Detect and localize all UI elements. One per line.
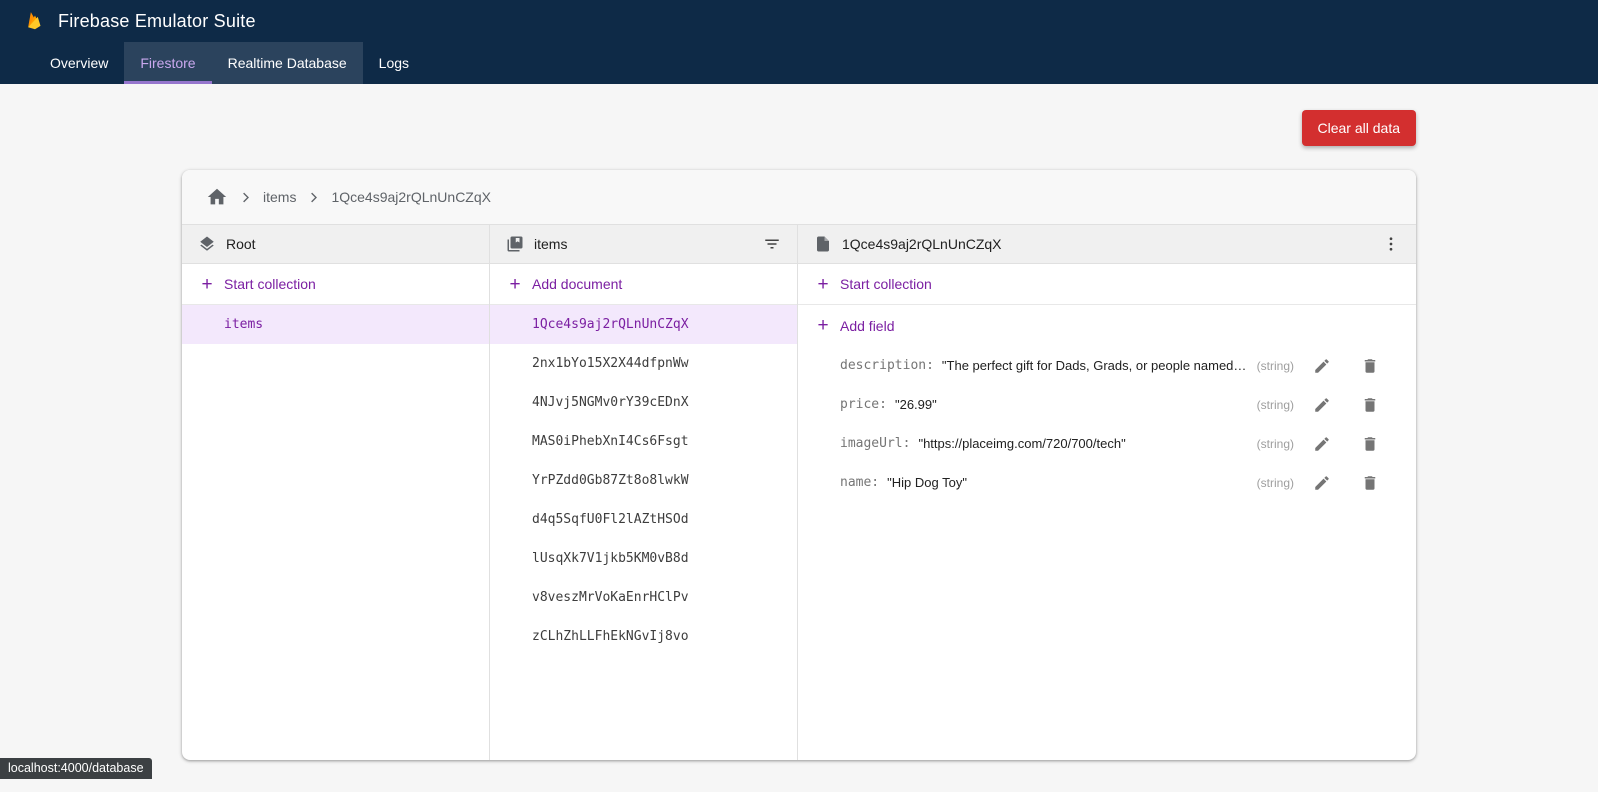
collection-row[interactable]: items — [182, 305, 489, 344]
root-panel-title: Root — [226, 236, 256, 252]
document-row[interactable]: 1Qce4s9aj2rQLnUnCZqX — [490, 305, 797, 344]
field-key: description: — [840, 358, 934, 373]
document-icon — [814, 235, 832, 253]
field-key: imageUrl: — [840, 436, 910, 451]
add-document-button[interactable]: + Add document — [490, 264, 797, 305]
document-panel-title: 1Qce4s9aj2rQLnUnCZqX — [842, 236, 1002, 252]
root-column-header: Root — [182, 225, 489, 264]
field-value: "https://placeimg.com/720/700/tech" — [918, 436, 1125, 451]
field-key: price: — [840, 397, 887, 412]
field-row: name: "Hip Dog Toy" (string) — [798, 463, 1416, 502]
add-field-button[interactable]: + Add field — [798, 305, 1416, 346]
firebase-logo-icon — [24, 10, 46, 32]
field-row: imageUrl: "https://placeimg.com/720/700/t… — [798, 424, 1416, 463]
add-document-label: Add document — [532, 276, 622, 292]
tab-firestore[interactable]: Firestore — [124, 42, 211, 84]
document-column-header: 1Qce4s9aj2rQLnUnCZqX — [798, 225, 1416, 264]
clear-all-data-button[interactable]: Clear all data — [1302, 110, 1417, 146]
field-type: (string) — [1257, 398, 1294, 412]
tab-realtime-database[interactable]: Realtime Database — [212, 42, 363, 84]
plus-icon: + — [198, 275, 216, 294]
breadcrumb-item[interactable]: 1Qce4s9aj2rQLnUnCZqX — [331, 189, 491, 205]
delete-field-icon[interactable] — [1350, 357, 1390, 375]
start-collection-label: Start collection — [224, 276, 316, 292]
plus-icon: + — [506, 275, 524, 294]
delete-field-icon[interactable] — [1350, 396, 1390, 414]
toolbar: Clear all data — [182, 110, 1416, 146]
tab-overview[interactable]: Overview — [34, 42, 124, 84]
field-list: description: "The perfect gift for Dads, … — [798, 346, 1416, 502]
document-row[interactable]: zCLhZhLLFhEkNGvIj8vo — [490, 617, 797, 656]
field-value: "Hip Dog Toy" — [887, 475, 967, 490]
nav-tabs: OverviewFirestoreRealtime DatabaseLogs — [0, 42, 1598, 84]
app-title-row: Firebase Emulator Suite — [0, 0, 1598, 42]
document-list: 1Qce4s9aj2rQLnUnCZqX2nx1bYo15X2X44dfpnWw… — [490, 305, 797, 656]
breadcrumb: items 1Qce4s9aj2rQLnUnCZqX — [182, 170, 1416, 225]
field-type: (string) — [1257, 359, 1294, 373]
collection-panel-title: items — [534, 236, 567, 252]
plus-icon: + — [814, 316, 832, 335]
start-collection-button[interactable]: + Start collection — [182, 264, 489, 305]
document-row[interactable]: 2nx1bYo15X2X44dfpnWw — [490, 344, 797, 383]
panel-columns: Root + Start collection items items — [182, 225, 1416, 760]
firestore-root-icon — [198, 235, 216, 253]
edit-field-icon[interactable] — [1302, 435, 1342, 453]
tab-logs[interactable]: Logs — [363, 42, 425, 84]
breadcrumb-segments: items 1Qce4s9aj2rQLnUnCZqX — [238, 189, 491, 205]
breadcrumb-item[interactable]: items — [263, 189, 296, 205]
start-collection-label: Start collection — [840, 276, 932, 292]
field-type: (string) — [1257, 476, 1294, 490]
documents-column: items + Add document 1Qce4s9aj2rQLnUnCZq… — [490, 225, 798, 760]
edit-field-icon[interactable] — [1302, 396, 1342, 414]
chevron-right-icon — [238, 190, 253, 205]
firestore-panel: items1Qce4s9aj2rQLnUnCZqX Root + Start c… — [182, 170, 1416, 760]
start-collection-button-document[interactable]: + Start collection — [798, 264, 1416, 305]
field-type: (string) — [1257, 437, 1294, 451]
document-row[interactable]: lUsqXk7V1jkb5KM0vB8d — [490, 539, 797, 578]
field-value: "The perfect gift for Dads, Grads, or pe… — [942, 358, 1249, 373]
documents-column-header: items — [490, 225, 797, 264]
collection-list: items — [182, 305, 489, 344]
add-field-label: Add field — [840, 318, 894, 334]
edit-field-icon[interactable] — [1302, 474, 1342, 492]
filter-icon[interactable] — [763, 235, 781, 253]
document-column: 1Qce4s9aj2rQLnUnCZqX + Start collection … — [798, 225, 1416, 760]
field-row: price: "26.99" (string) — [798, 385, 1416, 424]
plus-icon: + — [814, 275, 832, 294]
delete-field-icon[interactable] — [1350, 435, 1390, 453]
document-row[interactable]: d4q5SqfU0Fl2lAZtHSOd — [490, 500, 797, 539]
document-row[interactable]: MAS0iPhebXnI4Cs6Fsgt — [490, 422, 797, 461]
field-value: "26.99" — [895, 397, 937, 412]
document-row[interactable]: v8veszMrVoKaEnrHClPv — [490, 578, 797, 617]
kebab-menu-icon[interactable] — [1382, 235, 1400, 253]
collection-icon — [506, 235, 524, 253]
delete-field-icon[interactable] — [1350, 474, 1390, 492]
app-header: Firebase Emulator Suite OverviewFirestor… — [0, 0, 1598, 84]
chevron-right-icon — [306, 190, 321, 205]
home-icon[interactable] — [206, 186, 228, 208]
edit-field-icon[interactable] — [1302, 357, 1342, 375]
document-row[interactable]: YrPZdd0Gb87Zt8o8lwkW — [490, 461, 797, 500]
app-title: Firebase Emulator Suite — [58, 11, 256, 32]
field-row: description: "The perfect gift for Dads, … — [798, 346, 1416, 385]
root-column: Root + Start collection items — [182, 225, 490, 760]
field-key: name: — [840, 475, 879, 490]
status-bar: localhost:4000/database — [0, 758, 152, 779]
document-row[interactable]: 4NJvj5NGMv0rY39cEDnX — [490, 383, 797, 422]
